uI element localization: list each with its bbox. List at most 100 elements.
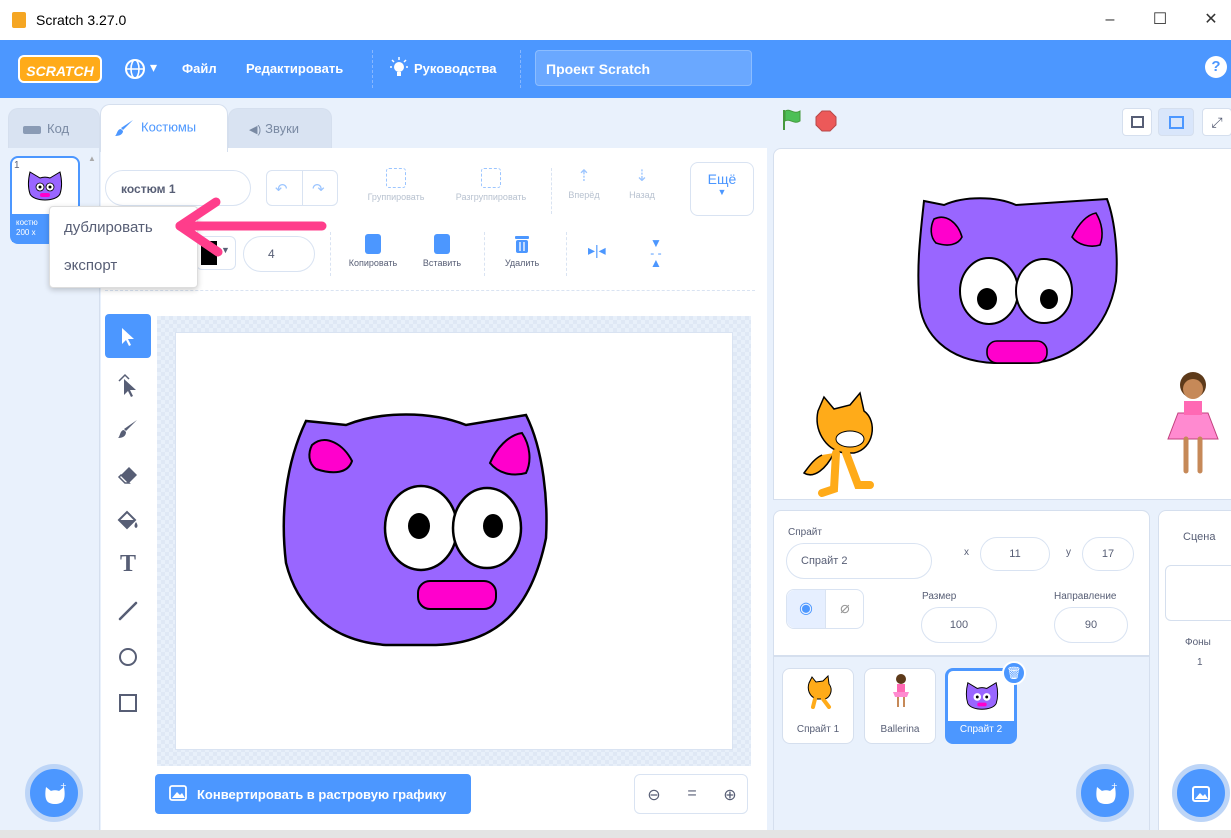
arrow-cursor-icon — [122, 327, 134, 346]
size-label: Размер — [922, 591, 957, 602]
large-stage-button[interactable] — [1158, 108, 1194, 136]
reshape-tool[interactable] — [105, 362, 151, 406]
edit-menu[interactable]: Редактировать — [246, 61, 343, 76]
sprite-scratch-cat-on-stage — [802, 391, 874, 497]
zoom-reset-icon[interactable]: = — [673, 785, 711, 803]
select-tool[interactable] — [105, 314, 151, 358]
stage-title: Сцена — [1183, 531, 1216, 543]
paint-tools: T — [105, 314, 151, 734]
sprite-thumbnail[interactable]: Ballerina — [864, 668, 936, 744]
text-t-icon: T — [119, 551, 136, 577]
ballerina-thumb — [893, 674, 909, 707]
scratch-app-icon — [12, 12, 26, 28]
eraser-icon — [117, 466, 137, 484]
tutorials-label: Руководства — [414, 61, 497, 76]
project-title-input[interactable]: Проект Scratch — [535, 50, 752, 86]
costume-label-name: костю — [16, 218, 38, 227]
sprite-info-panel: Спрайт Спрайт 2 x 11 y 17 ◉ ⌀ Размер 100… — [773, 510, 1150, 656]
costume-label-size: 200 x — [16, 228, 36, 237]
scroll-up-arrow-icon: ▲ — [88, 154, 96, 163]
stop-octagon — [815, 110, 837, 132]
zoom-out-icon[interactable]: ⊖ — [635, 785, 673, 805]
eye-slash-icon[interactable]: ⌀ — [826, 590, 864, 628]
visibility-toggle: ◉ ⌀ — [786, 589, 864, 629]
maximize-button[interactable]: ☐ — [1140, 8, 1180, 32]
delete-sprite-icon[interactable]: 🗑︎ — [1002, 661, 1026, 685]
small-stage-button[interactable] — [1122, 108, 1152, 136]
menu-item-export[interactable]: экспорт — [64, 257, 117, 274]
horizontal-scrollbar[interactable] — [0, 830, 1231, 838]
drawing-canvas[interactable] — [175, 332, 733, 750]
paste-icon — [434, 234, 450, 254]
group-label: Группировать — [367, 192, 425, 202]
paste-label: Вставить — [422, 258, 462, 268]
stage-canvas[interactable] — [773, 148, 1231, 500]
direction-label: Направление — [1054, 591, 1117, 602]
y-position-input[interactable]: 17 — [1082, 537, 1134, 571]
flip-horizontal-icon[interactable]: ▸|◂ — [588, 242, 606, 259]
image-icon — [169, 785, 187, 801]
sprite-name-input[interactable]: Спрайт 2 — [786, 543, 932, 579]
costume-index: 1 — [14, 160, 20, 171]
direction-input[interactable]: 90 — [1054, 607, 1128, 643]
backdrops-label: Фоны — [1185, 637, 1211, 648]
purple-cat-thumb — [965, 682, 999, 710]
help-icon[interactable]: ? — [1205, 56, 1227, 78]
paste-button[interactable]: Вставить — [414, 234, 470, 268]
forward-button[interactable]: ⇡ Вперёд — [562, 168, 606, 200]
globe-icon — [125, 59, 145, 79]
scratch-logo[interactable]: SCRATCH — [18, 55, 102, 83]
delete-button[interactable]: Удалить — [494, 234, 550, 268]
cat-costume-image — [28, 171, 62, 201]
size-input[interactable]: 100 — [921, 607, 997, 643]
backdrop-thumbnail[interactable] — [1165, 565, 1231, 621]
rectangle-tool[interactable] — [105, 680, 151, 724]
file-menu[interactable]: Файл — [182, 61, 217, 76]
group-icon — [386, 168, 406, 188]
stop-icon[interactable] — [815, 110, 837, 132]
zoom-in-icon[interactable]: ⊕ — [711, 785, 749, 805]
convert-label: Конвертировать в растровую графику — [197, 787, 447, 802]
paintbrush-icon — [115, 120, 133, 136]
eye-icon[interactable]: ◉ — [787, 590, 825, 628]
flip-vertical-icon[interactable]: ▼ - - ▲ — [650, 237, 662, 269]
convert-to-bitmap-button[interactable]: Конвертировать в растровую графику — [155, 774, 471, 814]
ungroup-button[interactable]: Разгруппировать — [444, 168, 538, 202]
eraser-tool[interactable] — [105, 452, 151, 496]
backdrops-count: 1 — [1197, 657, 1203, 668]
circle-icon — [119, 647, 137, 666]
line-tool[interactable] — [105, 588, 151, 632]
tab-costumes-label: Костюмы — [141, 119, 197, 135]
ungroup-icon — [481, 168, 501, 188]
choose-backdrop-button[interactable] — [1172, 764, 1230, 822]
tab-sounds[interactable]: ◀︎) Звуки — [228, 108, 332, 150]
copy-button[interactable]: Копировать — [340, 234, 406, 268]
tutorials-menu[interactable]: Руководства — [388, 57, 497, 84]
fill-tool[interactable] — [105, 498, 151, 542]
close-button[interactable]: ✕ — [1191, 8, 1231, 32]
fullscreen-icon[interactable]: ⤢ — [1202, 108, 1231, 136]
group-button[interactable]: Группировать — [358, 168, 434, 202]
tab-costumes[interactable]: Костюмы — [100, 104, 228, 152]
x-label: x — [964, 547, 969, 558]
brush-tool[interactable] — [105, 406, 151, 450]
choose-sprite-button[interactable]: + — [1076, 764, 1134, 822]
x-position-input[interactable]: 11 — [980, 537, 1050, 571]
speaker-icon: ◀︎) — [249, 124, 262, 136]
text-tool[interactable]: T — [105, 542, 151, 586]
choose-costume-button[interactable]: + — [25, 764, 83, 822]
copy-icon — [365, 234, 381, 254]
brush-icon — [118, 419, 137, 438]
more-button[interactable]: Ещё ▼ — [690, 162, 754, 216]
circle-tool[interactable] — [105, 634, 151, 678]
title-bar: Scratch 3.27.0 – ☐ ✕ — [0, 0, 1231, 40]
tab-code[interactable]: Код — [8, 108, 100, 150]
backward-button[interactable]: ⇣ Назад — [620, 168, 664, 200]
green-flag-icon[interactable] — [780, 108, 804, 137]
minimize-button[interactable]: – — [1090, 8, 1130, 32]
menu-item-duplicate[interactable]: дублировать — [64, 219, 153, 236]
language-menu[interactable]: ▾ — [124, 58, 157, 85]
sprite-thumbnail[interactable]: Спрайт 1 — [782, 668, 854, 744]
zoom-controls: ⊖ = ⊕ — [634, 774, 748, 814]
sprite-name: Спрайт 2 — [959, 724, 1003, 735]
